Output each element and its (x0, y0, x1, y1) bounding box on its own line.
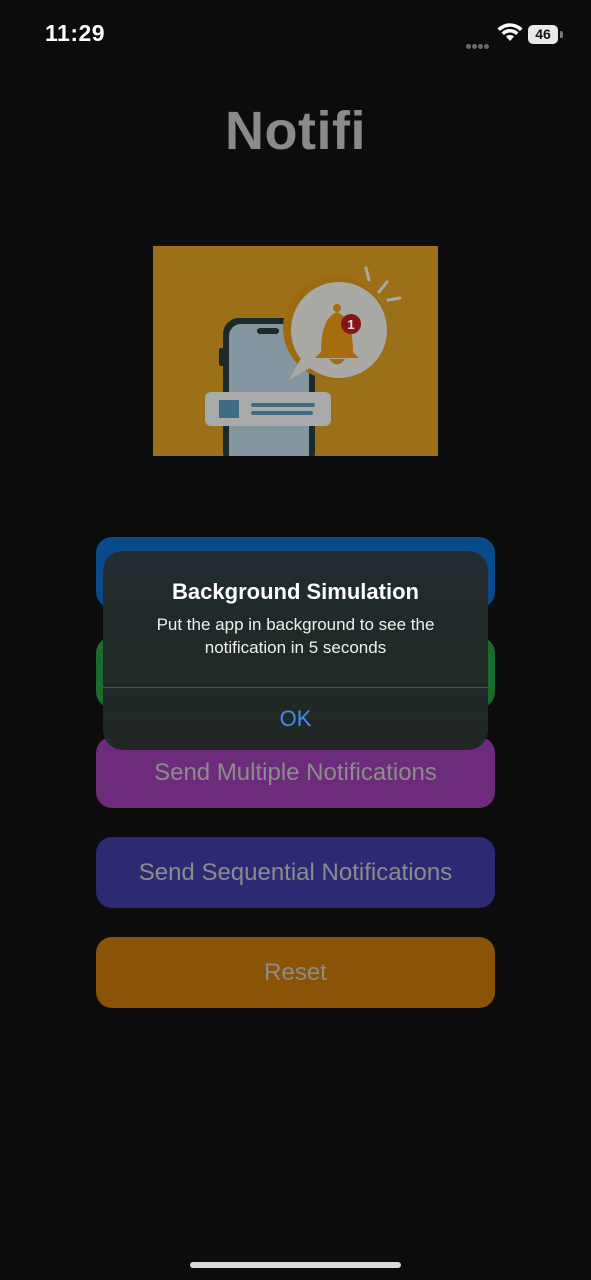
status-time: 11:29 (45, 20, 106, 46)
alert-title: Background Simulation (172, 579, 419, 604)
reset-button[interactable]: Reset (96, 937, 495, 1008)
alert-message: Put the app in background to see the not… (156, 615, 435, 657)
battery-cap (560, 31, 563, 38)
wifi-icon (497, 23, 523, 41)
home-indicator[interactable] (190, 1262, 401, 1268)
status-bar: 11:29 46 (0, 0, 591, 72)
send-sequential-notifications-button[interactable]: Send Sequential Notifications (96, 837, 495, 908)
battery-icon: 46 (528, 25, 558, 44)
cellular-signal-icon (466, 36, 492, 49)
background-simulation-alert: Background Simulation Put the app in bac… (103, 551, 488, 750)
ok-button[interactable]: OK (103, 688, 488, 750)
notification-badge: 1 (347, 317, 354, 332)
app-title: Notifi (225, 101, 366, 161)
notification-illustration: 1 (153, 246, 438, 456)
